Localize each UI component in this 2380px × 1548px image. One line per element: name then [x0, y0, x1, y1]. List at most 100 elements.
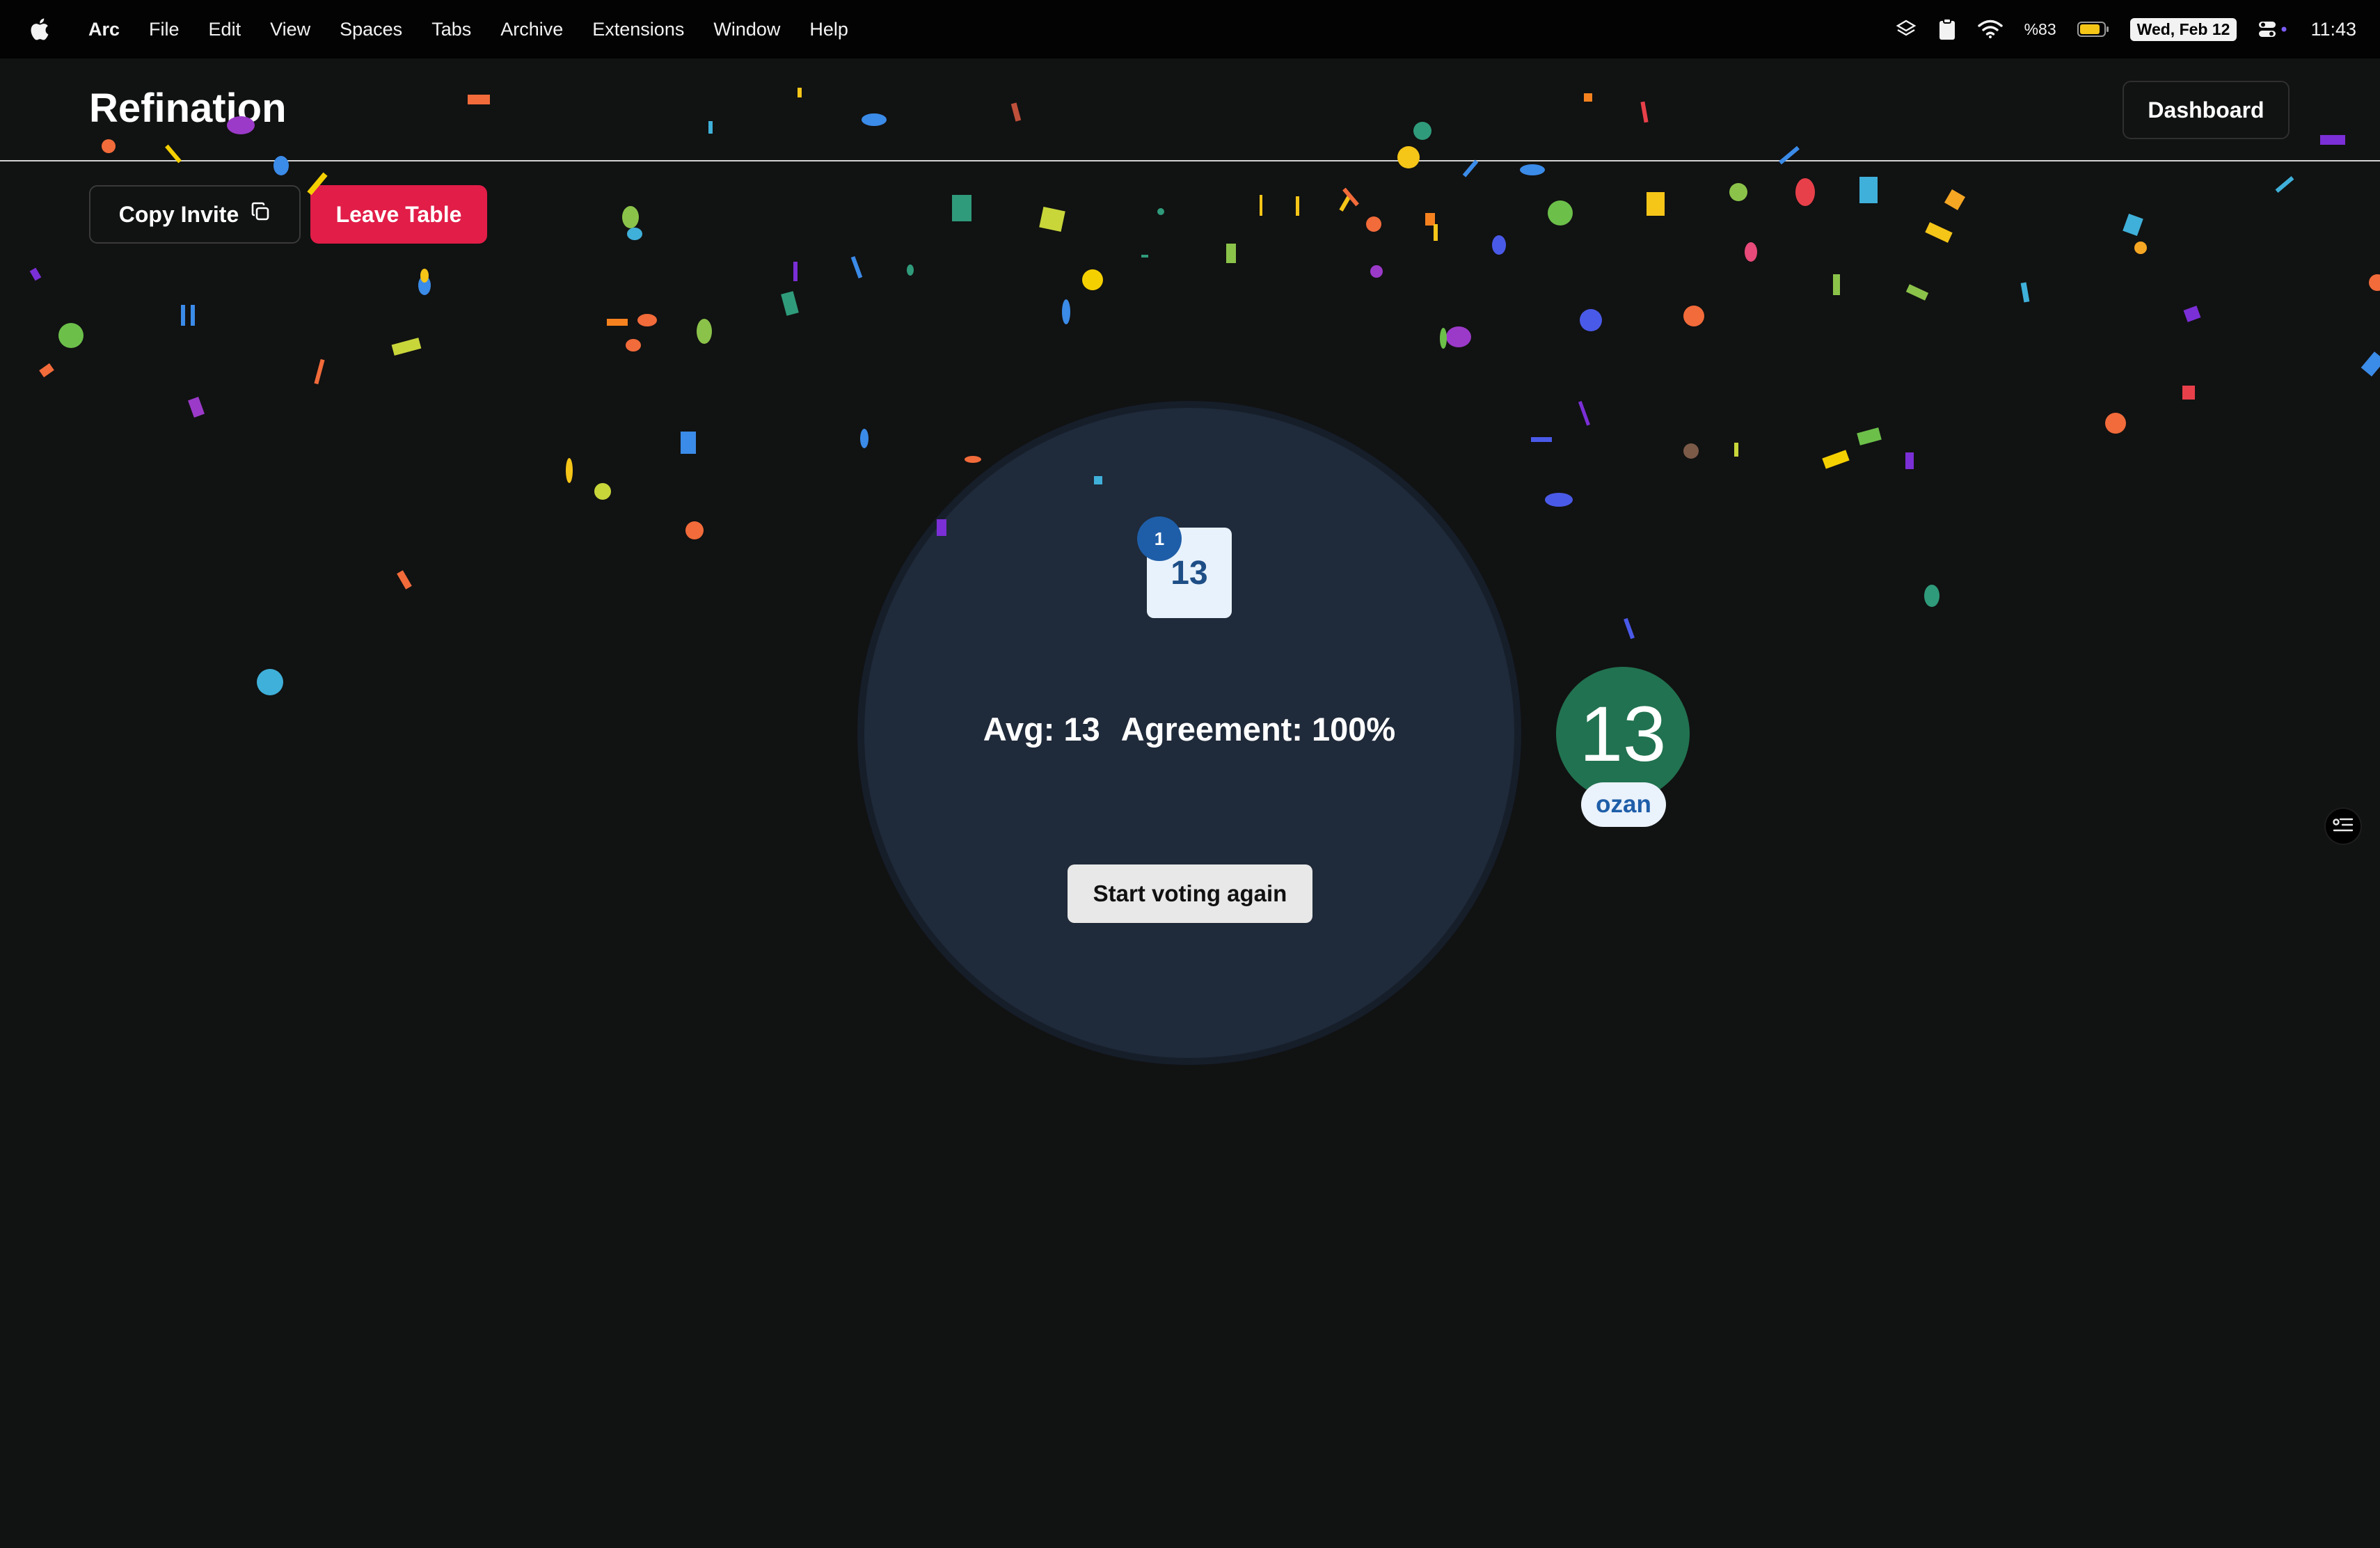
confetti-piece: [1434, 224, 1438, 241]
battery-percent: %83: [2024, 19, 2056, 38]
confetti-piece: [965, 456, 981, 463]
confetti-piece: [1624, 617, 1635, 640]
menu-archive[interactable]: Archive: [486, 19, 578, 40]
confetti-piece: [1857, 427, 1882, 445]
confetti-piece: [594, 483, 611, 500]
confetti-piece: [1446, 326, 1471, 347]
confetti-piece: [1545, 493, 1573, 507]
confetti-piece: [1833, 274, 1840, 295]
confetti-piece: [391, 338, 422, 356]
confetti-piece: [685, 521, 704, 539]
confetti-piece: [860, 429, 868, 448]
confetti-piece: [566, 458, 573, 483]
confetti-piece: [626, 339, 641, 352]
agreement-text: Agreement: 100%: [1120, 711, 1396, 748]
confetti-piece: [1260, 195, 1262, 216]
wifi-icon[interactable]: [1977, 19, 2004, 40]
confetti-piece: [1425, 213, 1435, 226]
confetti-piece: [681, 432, 696, 454]
confetti-piece: [607, 319, 628, 326]
menu-spaces[interactable]: Spaces: [325, 19, 417, 40]
dashboard-button[interactable]: Dashboard: [2123, 81, 2290, 139]
player-name-badge: ozan: [1581, 782, 1666, 827]
confetti-piece: [1822, 450, 1850, 469]
filter-list-icon: [2333, 817, 2354, 836]
battery-icon[interactable]: [2077, 21, 2109, 38]
confetti-piece: [188, 397, 205, 418]
confetti-piece: [1039, 207, 1065, 232]
confetti-piece: [2123, 214, 2143, 236]
confetti-piece: [1924, 585, 1939, 607]
menu-help[interactable]: Help: [795, 19, 863, 40]
confetti-piece: [2369, 274, 2380, 291]
confetti-piece: [1683, 306, 1704, 326]
confetti-piece: [850, 255, 863, 279]
confetti-piece: [2134, 242, 2147, 254]
apple-icon[interactable]: [24, 14, 54, 45]
confetti-piece: [793, 262, 798, 281]
leave-table-button[interactable]: Leave Table: [310, 185, 487, 244]
clipboard-icon[interactable]: [1938, 17, 1956, 41]
average-text: Avg: 13: [983, 711, 1100, 748]
confetti-piece: [1683, 443, 1699, 459]
confetti-piece: [1859, 177, 1878, 203]
confetti-piece: [1366, 216, 1381, 232]
clock[interactable]: 11:43: [2310, 19, 2356, 40]
confetti-piece: [637, 314, 657, 326]
confetti-piece: [1370, 265, 1383, 278]
confetti-piece: [622, 206, 639, 228]
app-header: Refination Dashboard: [0, 58, 2380, 161]
confetti-piece: [257, 669, 283, 695]
confetti-piece: [627, 228, 642, 240]
confetti-piece: [181, 305, 185, 326]
confetti-piece: [1531, 437, 1552, 442]
confetti-piece: [781, 291, 799, 316]
brand-title[interactable]: Refination: [89, 85, 287, 132]
vote-stats: Avg: 13 Agreement: 100%: [857, 710, 1521, 748]
confetti-piece: [29, 267, 42, 281]
confetti-piece: [1440, 328, 1447, 349]
confetti-piece: [2361, 352, 2380, 377]
copy-invite-button[interactable]: Copy Invite: [89, 185, 301, 244]
confetti-piece: [1745, 242, 1757, 262]
start-voting-again-button[interactable]: Start voting again: [1068, 864, 1312, 923]
confetti-piece: [1492, 235, 1506, 255]
confetti-piece: [1462, 159, 1479, 177]
side-panel-toggle[interactable]: [2324, 807, 2362, 845]
menu-view[interactable]: View: [255, 19, 325, 40]
menu-edit[interactable]: Edit: [194, 19, 256, 40]
menu-extensions[interactable]: Extensions: [578, 19, 699, 40]
menu-tabs[interactable]: Tabs: [417, 19, 486, 40]
menu-bar: Arc File Edit View Spaces Tabs Archive E…: [0, 0, 2380, 58]
confetti-piece: [191, 305, 195, 326]
confetti-piece: [1578, 401, 1590, 426]
confetti-piece: [314, 358, 325, 385]
confetti-piece: [397, 570, 412, 590]
confetti-piece: [1141, 255, 1148, 258]
menu-file[interactable]: File: [134, 19, 194, 40]
confetti-piece: [58, 323, 84, 348]
confetti-piece: [2275, 176, 2294, 193]
confetti-piece: [952, 195, 971, 221]
confetti-piece: [1944, 189, 1966, 211]
menu-app-arc[interactable]: Arc: [74, 19, 134, 40]
confetti-piece: [1062, 299, 1070, 324]
confetti-piece: [39, 363, 54, 378]
confetti-piece: [2105, 413, 2126, 434]
date-badge[interactable]: Wed, Feb 12: [2129, 17, 2237, 41]
layers-icon[interactable]: [1895, 18, 1917, 40]
confetti-piece: [2182, 386, 2195, 400]
confetti-piece: [1734, 443, 1738, 457]
control-center-icon[interactable]: [2258, 19, 2290, 40]
confetti-piece: [2183, 306, 2201, 322]
confetti-piece: [1905, 452, 1914, 469]
confetti-piece: [1795, 178, 1815, 206]
confetti-piece: [1548, 200, 1573, 226]
menu-window[interactable]: Window: [699, 19, 795, 40]
player-vote-avatar: 13: [1556, 667, 1690, 800]
confetti-piece: [1342, 187, 1359, 207]
confetti-piece: [1647, 192, 1665, 216]
confetti-piece: [1339, 195, 1351, 212]
confetti-piece: [1580, 309, 1602, 331]
confetti-piece: [697, 319, 712, 344]
